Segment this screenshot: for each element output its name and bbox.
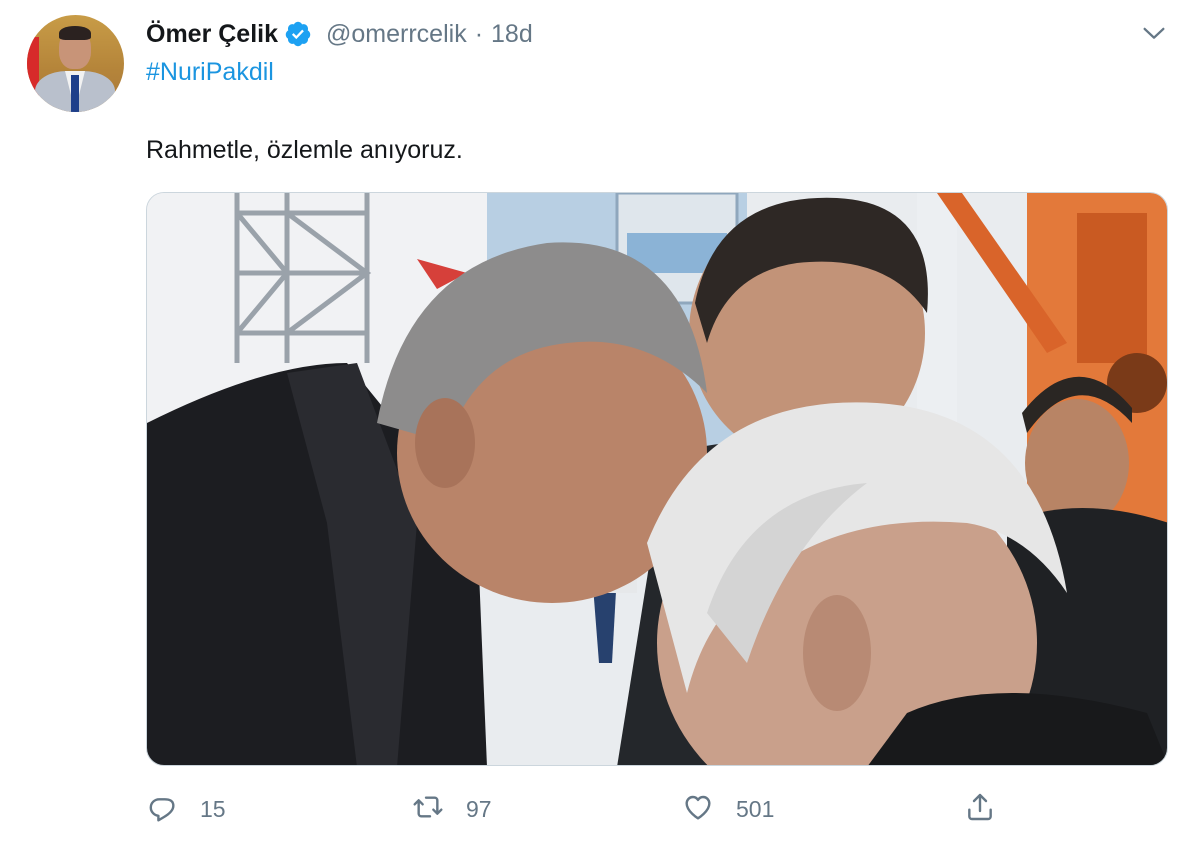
reply-button[interactable]: 15 bbox=[146, 785, 226, 833]
retweet-button[interactable]: 97 bbox=[412, 785, 492, 833]
share-button[interactable] bbox=[964, 785, 996, 833]
avatar-hair bbox=[59, 26, 91, 40]
verified-badge-icon bbox=[284, 20, 312, 48]
heart-icon bbox=[682, 791, 714, 828]
avatar-tie bbox=[71, 75, 79, 112]
like-count: 501 bbox=[736, 795, 775, 822]
tweet-timestamp[interactable]: 18d bbox=[491, 20, 533, 49]
share-icon bbox=[964, 791, 996, 828]
tweet-text: Rahmetle, özlemle anıyoruz. bbox=[146, 136, 463, 164]
retweet-icon bbox=[412, 791, 444, 828]
hashtag-link[interactable]: #NuriPakdil bbox=[146, 58, 274, 87]
tweet-actions: 15 97 501 bbox=[146, 785, 1168, 833]
photo-illustration bbox=[147, 193, 1167, 765]
chevron-down-icon[interactable] bbox=[1140, 19, 1168, 47]
tweet-photo[interactable] bbox=[146, 192, 1168, 766]
avatar[interactable] bbox=[27, 15, 124, 112]
tweet: Ömer Çelik @omerrcelik · 18d #NuriPakdil… bbox=[0, 0, 1200, 843]
author-name[interactable]: Ömer Çelik bbox=[146, 20, 278, 49]
like-button[interactable]: 501 bbox=[682, 785, 774, 833]
reply-icon bbox=[146, 791, 178, 828]
separator-dot: · bbox=[474, 19, 484, 48]
author-handle[interactable]: @omerrcelik bbox=[326, 20, 467, 49]
reply-count: 15 bbox=[200, 795, 226, 822]
tweet-header: Ömer Çelik @omerrcelik · 18d bbox=[146, 16, 533, 52]
retweet-count: 97 bbox=[466, 795, 492, 822]
